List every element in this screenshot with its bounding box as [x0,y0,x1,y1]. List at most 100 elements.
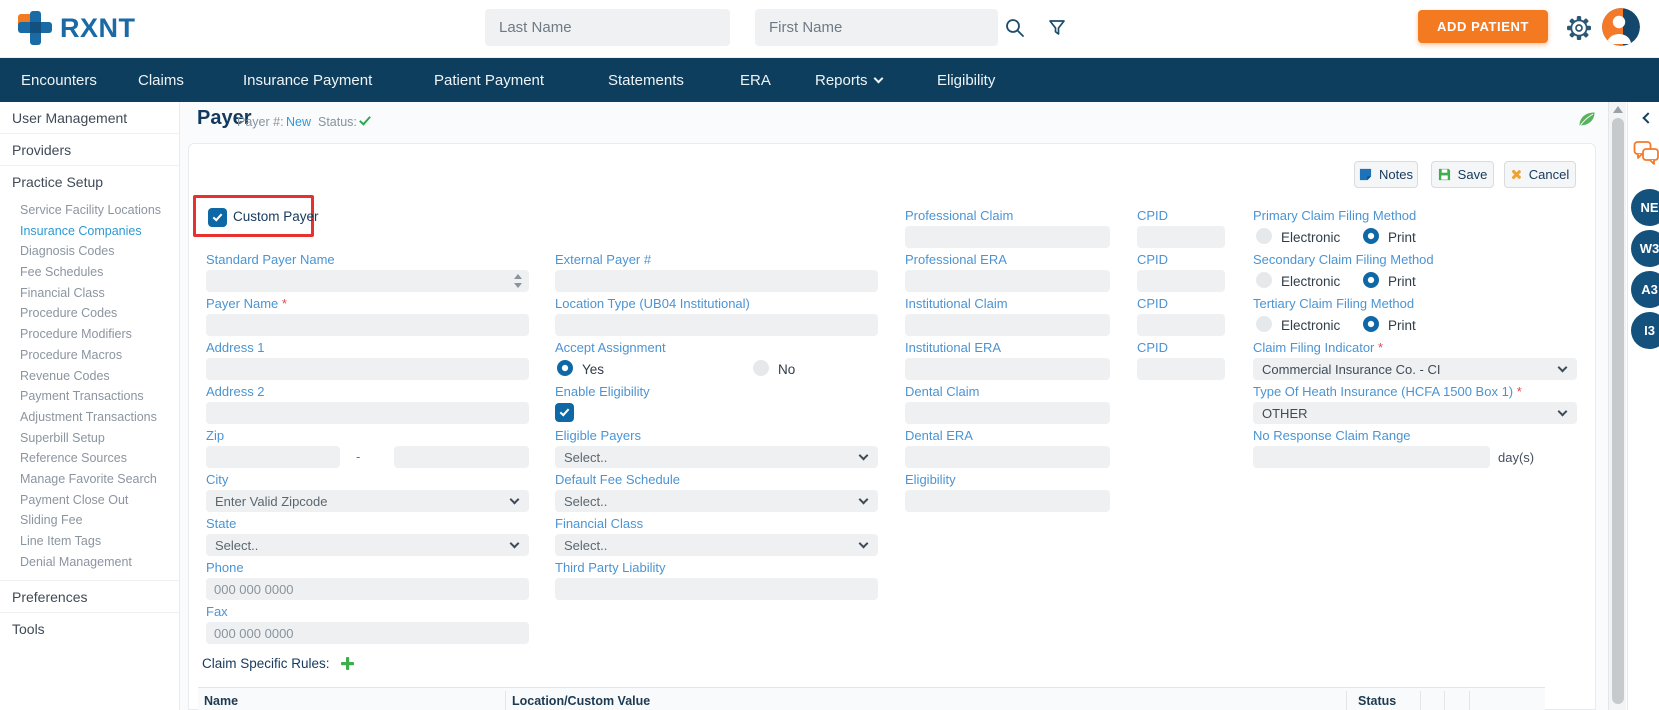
badge-w3[interactable]: W3 [1631,230,1659,267]
nav-era[interactable]: ERA [740,58,771,102]
institutional-era-input[interactable] [905,358,1110,380]
sidebar-item-service-facility-locations[interactable]: Service Facility Locations [20,200,179,221]
sidebar-item-preferences[interactable]: Preferences [0,581,179,614]
location-type-input[interactable] [555,314,878,336]
scrollbar-thumb[interactable] [1612,118,1624,704]
dental-claim-input[interactable] [905,402,1110,424]
default-fee-schedule-select[interactable]: Select.. [555,490,878,512]
professional-era-cpid-input[interactable] [1137,270,1225,292]
sidebar-item-tools[interactable]: Tools [0,613,179,645]
sidebar-item-practice-setup[interactable]: Practice Setup [0,166,179,198]
search-icon[interactable] [1004,17,1026,44]
city-select[interactable]: Enter Valid Zipcode [206,490,529,512]
standard-payer-name-input[interactable] [206,270,529,292]
accept-assignment-no-radio[interactable] [753,360,769,376]
no-response-claim-range-input[interactable] [1253,446,1490,468]
nav-encounters[interactable]: Encounters [21,58,97,102]
primary-electronic-radio[interactable] [1256,228,1272,244]
add-patient-button[interactable]: ADD PATIENT [1418,10,1548,43]
badge-a3[interactable]: A3 [1631,271,1659,308]
filter-icon[interactable] [1047,18,1067,43]
sidebar-item-line-item-tags[interactable]: Line Item Tags [20,531,179,552]
badge-i3[interactable]: I3 [1631,312,1659,349]
secondary-electronic-radio[interactable] [1256,272,1272,288]
nav-claims[interactable]: Claims [138,58,184,102]
sidebar-item-procedure-macros[interactable]: Procedure Macros [20,345,179,366]
sidebar-item-payment-transactions[interactable]: Payment Transactions [20,386,179,407]
tertiary-print-radio[interactable] [1363,316,1379,332]
collapse-panel-icon[interactable] [1642,112,1654,124]
last-name-input[interactable] [485,9,730,46]
sidebar-item-manage-favorite-search[interactable]: Manage Favorite Search [20,469,179,490]
notes-button[interactable]: Notes [1354,161,1418,188]
external-payer-input[interactable] [555,270,878,292]
sidebar-item-fee-schedules[interactable]: Fee Schedules [20,262,179,283]
dental-era-input[interactable] [905,446,1110,468]
practice-setup-list: Service Facility Locations Insurance Com… [0,198,179,582]
sidebar-item-sliding-fee[interactable]: Sliding Fee [20,510,179,531]
sidebar-item-financial-class[interactable]: Financial Class [20,283,179,304]
nav-eligibility[interactable]: Eligibility [937,58,995,102]
cancel-button[interactable]: Cancel [1504,161,1576,188]
address1-input[interactable] [206,358,529,380]
city-field: City Enter Valid Zipcode [206,473,529,512]
save-button[interactable]: Save [1431,161,1494,188]
sidebar-item-revenue-codes[interactable]: Revenue Codes [20,366,179,387]
rxnt-logo[interactable]: RXNT [18,11,136,45]
nav-insurance-payment[interactable]: Insurance Payment [243,58,372,102]
sidebar-item-insurance-companies[interactable]: Insurance Companies [20,221,179,242]
settings-sidebar: User Management Providers Practice Setup… [0,102,180,710]
nav-reports[interactable]: Reports [815,58,883,102]
leaf-icon[interactable] [1578,111,1596,133]
claim-filing-indicator-select[interactable]: Commercial Insurance Co. - CI [1253,358,1577,380]
zip-input[interactable] [206,446,340,468]
financial-class-select[interactable]: Select.. [555,534,878,556]
sidebar-item-procedure-modifiers[interactable]: Procedure Modifiers [20,324,179,345]
sidebar-item-diagnosis-codes[interactable]: Diagnosis Codes [20,241,179,262]
badge-ne[interactable]: NE [1631,189,1659,226]
fax-input[interactable] [206,622,529,644]
third-party-liability-input[interactable] [555,578,878,600]
custom-payer-checkbox[interactable] [208,208,227,227]
sidebar-item-denial-management[interactable]: Denial Management [20,552,179,573]
zip-ext-input[interactable] [394,446,529,468]
sidebar-item-providers[interactable]: Providers [0,134,179,166]
sidebar-item-superbill-setup[interactable]: Superbill Setup [20,428,179,449]
scroll-up-arrow[interactable] [1613,106,1623,113]
user-avatar[interactable] [1602,8,1640,46]
column-header-name: Name [204,694,239,708]
enable-eligibility-checkbox[interactable] [555,403,574,422]
tertiary-electronic-radio[interactable] [1256,316,1272,332]
institutional-claim-cpid-field: CPID [1137,297,1225,336]
sidebar-item-payment-close-out[interactable]: Payment Close Out [20,490,179,511]
first-name-input[interactable] [755,9,998,46]
add-rule-icon[interactable] [340,656,355,671]
eligibility-input[interactable] [905,490,1110,512]
payer-name-input[interactable] [206,314,529,336]
professional-era-input[interactable] [905,270,1110,292]
sidebar-item-procedure-codes[interactable]: Procedure Codes [20,303,179,324]
type-of-health-insurance-select[interactable]: OTHER [1253,402,1577,424]
column-header-status: Status [1358,694,1397,708]
primary-print-radio[interactable] [1363,228,1379,244]
nav-patient-payment[interactable]: Patient Payment [434,58,544,102]
professional-claim-input[interactable] [905,226,1110,248]
sidebar-item-reference-sources[interactable]: Reference Sources [20,448,179,469]
phone-input[interactable] [206,578,529,600]
stepper-icon[interactable] [514,274,522,288]
sidebar-item-user-management[interactable]: User Management [0,102,179,134]
chat-icon[interactable] [1633,140,1659,171]
gear-icon[interactable] [1566,15,1592,46]
nav-statements[interactable]: Statements [608,58,684,102]
accept-assignment-yes-radio[interactable] [557,360,573,376]
institutional-claim-cpid-input[interactable] [1137,314,1225,336]
eligible-payers-select[interactable]: Select.. [555,446,878,468]
state-select[interactable]: Select.. [206,534,529,556]
institutional-claim-input[interactable] [905,314,1110,336]
professional-era-cpid-field: CPID [1137,253,1225,292]
sidebar-item-adjustment-transactions[interactable]: Adjustment Transactions [20,407,179,428]
address2-input[interactable] [206,402,529,424]
secondary-print-radio[interactable] [1363,272,1379,288]
professional-claim-cpid-input[interactable] [1137,226,1225,248]
institutional-era-cpid-input[interactable] [1137,358,1225,380]
